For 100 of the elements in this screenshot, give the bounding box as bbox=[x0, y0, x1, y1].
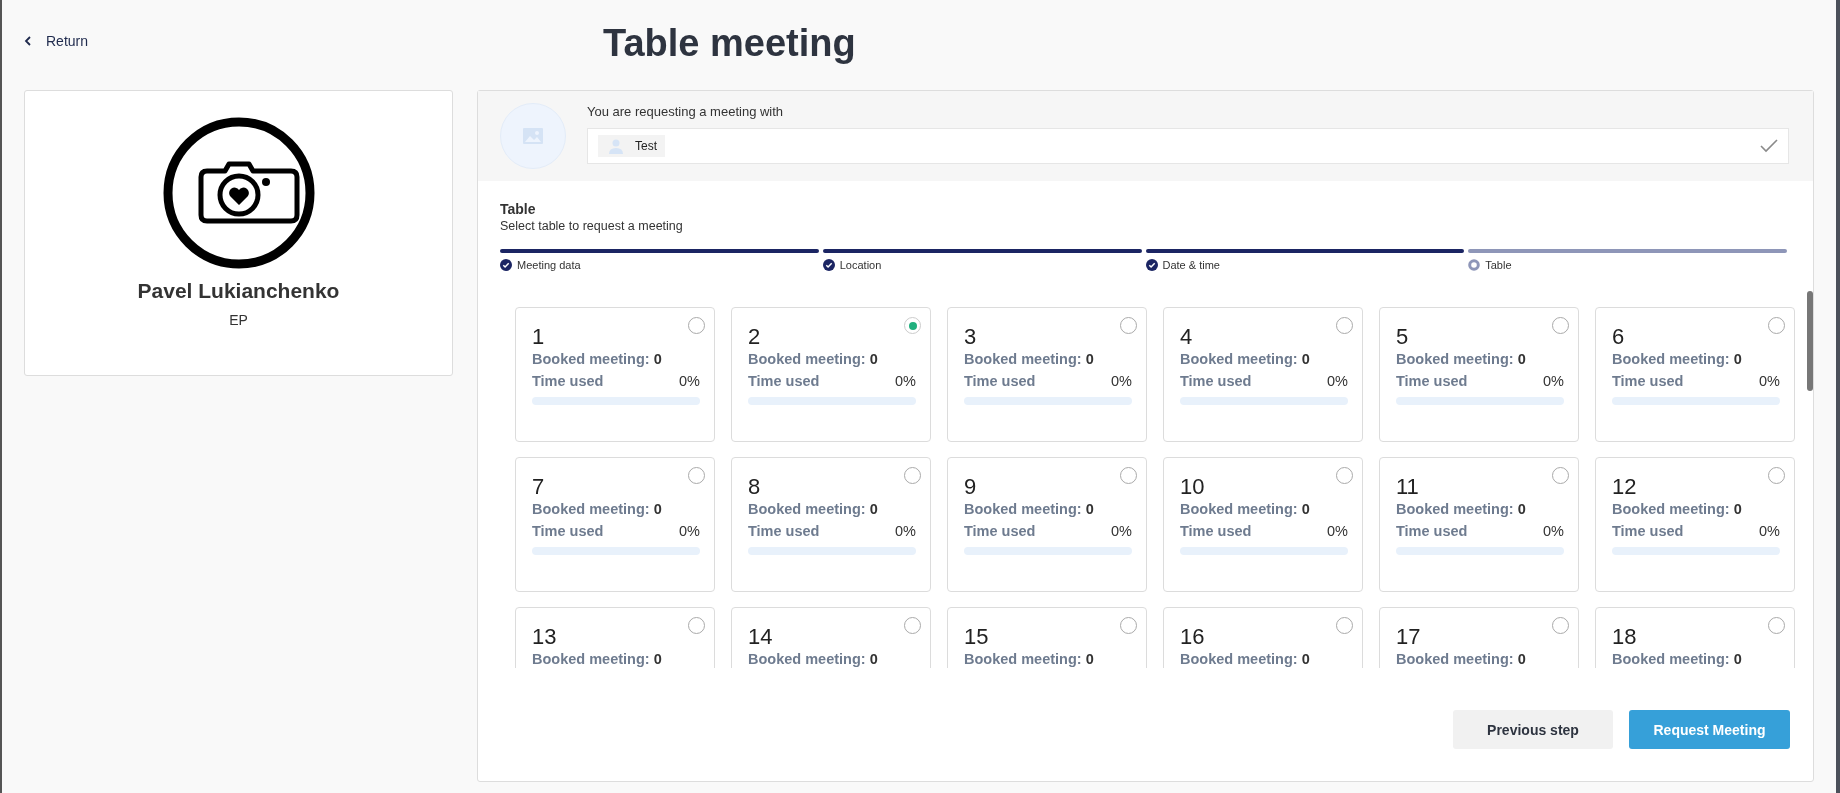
radio-button[interactable] bbox=[1120, 317, 1137, 334]
table-card[interactable]: 13 Booked meeting: 0 bbox=[515, 607, 715, 668]
table-card[interactable]: 8 Booked meeting: 0 Time used 0% bbox=[731, 457, 931, 592]
booked-meeting-count: Booked meeting: 0 bbox=[532, 650, 663, 668]
table-card[interactable]: 5 Booked meeting: 0 Time used 0% bbox=[1379, 307, 1579, 442]
booked-meeting-count: Booked meeting: 0 bbox=[964, 500, 1095, 518]
table-card[interactable]: 9 Booked meeting: 0 Time used 0% bbox=[947, 457, 1147, 592]
booked-meeting-count: Booked meeting: 0 bbox=[1612, 350, 1743, 368]
table-card[interactable]: 6 Booked meeting: 0 Time used 0% bbox=[1595, 307, 1795, 442]
time-used-percent: 0% bbox=[1759, 372, 1780, 390]
booked-meeting-count: Booked meeting: 0 bbox=[748, 500, 879, 518]
time-used-percent: 0% bbox=[1111, 372, 1132, 390]
table-number: 17 bbox=[1396, 625, 1421, 649]
booked-meeting-count: Booked meeting: 0 bbox=[532, 500, 663, 518]
return-label: Return bbox=[46, 33, 89, 49]
booked-meeting-count: Booked meeting: 0 bbox=[964, 350, 1095, 368]
table-number: 2 bbox=[748, 325, 761, 349]
table-number: 16 bbox=[1180, 625, 1205, 649]
attendee-name: Test bbox=[635, 139, 657, 153]
time-used-label: Time used bbox=[748, 372, 820, 390]
table-card[interactable]: 3 Booked meeting: 0 Time used 0% bbox=[947, 307, 1147, 442]
step-label: Table bbox=[1485, 259, 1512, 271]
radio-button[interactable] bbox=[688, 617, 705, 634]
booked-meeting-count: Booked meeting: 0 bbox=[748, 650, 879, 668]
time-used-percent: 0% bbox=[1543, 372, 1564, 390]
time-used-percent: 0% bbox=[679, 372, 700, 390]
page-title: Table meeting bbox=[603, 21, 856, 65]
radio-button[interactable] bbox=[904, 617, 921, 634]
table-card[interactable]: 16 Booked meeting: 0 bbox=[1163, 607, 1363, 668]
time-used-percent: 0% bbox=[895, 522, 916, 540]
table-card[interactable]: 4 Booked meeting: 0 Time used 0% bbox=[1163, 307, 1363, 442]
user-icon bbox=[608, 138, 624, 154]
time-used-percent: 0% bbox=[1543, 522, 1564, 540]
time-used-percent: 0% bbox=[1111, 522, 1132, 540]
radio-button[interactable] bbox=[1552, 317, 1569, 334]
radio-button[interactable] bbox=[904, 317, 921, 334]
radio-button[interactable] bbox=[1768, 317, 1785, 334]
table-number: 3 bbox=[964, 325, 977, 349]
radio-button[interactable] bbox=[1336, 317, 1353, 334]
step-label: Date & time bbox=[1162, 259, 1220, 271]
radio-button[interactable] bbox=[688, 317, 705, 334]
time-used-label: Time used bbox=[532, 372, 604, 390]
table-number: 6 bbox=[1612, 325, 1625, 349]
time-used-percent: 0% bbox=[679, 522, 700, 540]
time-used-label: Time used bbox=[532, 522, 604, 540]
table-number: 10 bbox=[1180, 475, 1205, 499]
radio-button[interactable] bbox=[904, 467, 921, 484]
table-number: 18 bbox=[1612, 625, 1637, 649]
table-number: 12 bbox=[1612, 475, 1637, 499]
scrollbar-thumb[interactable] bbox=[1807, 291, 1813, 391]
time-used-label: Time used bbox=[748, 522, 820, 540]
section-subtitle: Select table to request a meeting bbox=[500, 219, 684, 233]
attendee-field[interactable]: Test bbox=[587, 128, 1789, 164]
radio-button[interactable] bbox=[1768, 617, 1785, 634]
booked-meeting-count: Booked meeting: 0 bbox=[964, 650, 1095, 668]
previous-step-button[interactable]: Previous step bbox=[1453, 710, 1613, 749]
table-card[interactable]: 17 Booked meeting: 0 bbox=[1379, 607, 1579, 668]
time-used-label: Time used bbox=[1180, 522, 1252, 540]
table-number: 4 bbox=[1180, 325, 1193, 349]
profile-role: EP bbox=[229, 312, 248, 328]
table-number: 15 bbox=[964, 625, 989, 649]
table-card[interactable]: 15 Booked meeting: 0 bbox=[947, 607, 1147, 668]
table-number: 11 bbox=[1396, 475, 1419, 499]
table-number: 9 bbox=[964, 475, 977, 499]
booked-meeting-count: Booked meeting: 0 bbox=[748, 350, 879, 368]
request-label: You are requesting a meeting with bbox=[587, 104, 785, 119]
table-number: 8 bbox=[748, 475, 761, 499]
time-used-label: Time used bbox=[1612, 372, 1684, 390]
radio-button[interactable] bbox=[1120, 617, 1137, 634]
booked-meeting-count: Booked meeting: 0 bbox=[1396, 350, 1527, 368]
step-label: Meeting data bbox=[517, 259, 581, 271]
step-label: Location bbox=[839, 259, 882, 271]
time-used-label: Time used bbox=[1396, 522, 1468, 540]
table-card[interactable]: 14 Booked meeting: 0 bbox=[731, 607, 931, 668]
table-card[interactable]: 10 Booked meeting: 0 Time used 0% bbox=[1163, 457, 1363, 592]
table-number: 1 bbox=[532, 325, 545, 349]
booked-meeting-count: Booked meeting: 0 bbox=[1612, 500, 1743, 518]
checkmark-icon bbox=[1760, 139, 1778, 153]
booked-meeting-count: Booked meeting: 0 bbox=[1396, 650, 1527, 668]
profile-name: Pavel Lukianchenko bbox=[137, 279, 340, 303]
return-link[interactable]: Return bbox=[24, 33, 89, 49]
booked-meeting-count: Booked meeting: 0 bbox=[1180, 350, 1311, 368]
radio-button[interactable] bbox=[1336, 467, 1353, 484]
radio-button[interactable] bbox=[688, 467, 705, 484]
radio-button[interactable] bbox=[1120, 467, 1137, 484]
radio-button[interactable] bbox=[1552, 617, 1569, 634]
table-card[interactable]: 11 Booked meeting: 0 Time used 0% bbox=[1379, 457, 1579, 592]
table-card[interactable]: 7 Booked meeting: 0 Time used 0% bbox=[515, 457, 715, 592]
radio-button[interactable] bbox=[1336, 617, 1353, 634]
booked-meeting-count: Booked meeting: 0 bbox=[1612, 650, 1743, 668]
radio-button[interactable] bbox=[1552, 467, 1569, 484]
time-used-label: Time used bbox=[1612, 522, 1684, 540]
time-used-percent: 0% bbox=[1327, 522, 1348, 540]
table-card[interactable]: 12 Booked meeting: 0 Time used 0% bbox=[1595, 457, 1795, 592]
radio-button[interactable] bbox=[1768, 467, 1785, 484]
table-card[interactable]: 2 Booked meeting: 0 Time used 0% bbox=[731, 307, 931, 442]
section-title: Table bbox=[500, 201, 537, 217]
table-card[interactable]: 1 Booked meeting: 0 Time used 0% bbox=[515, 307, 715, 442]
table-card[interactable]: 18 Booked meeting: 0 bbox=[1595, 607, 1795, 668]
time-used-label: Time used bbox=[1180, 372, 1252, 390]
